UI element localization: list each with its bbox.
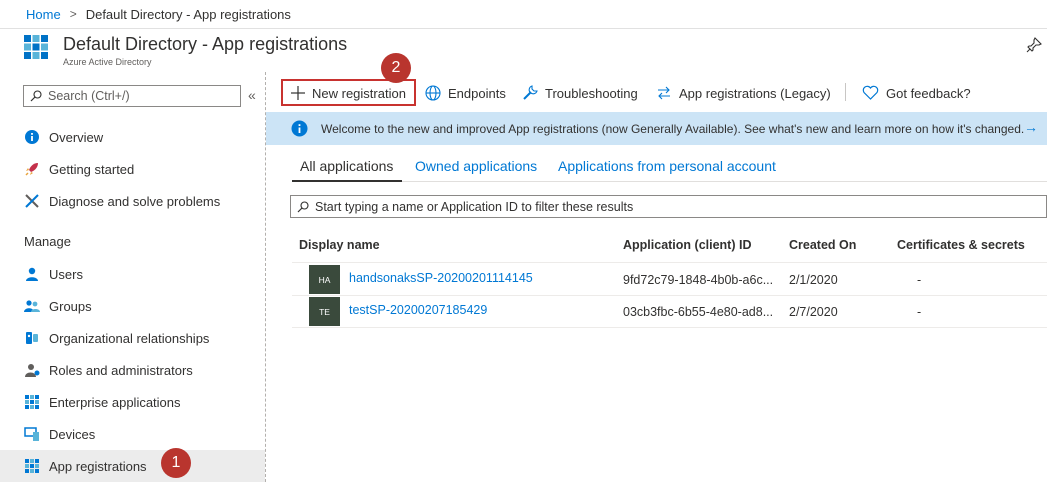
- troubleshooting-button[interactable]: Troubleshooting: [522, 82, 638, 104]
- breadcrumb-current: Default Directory - App registrations: [85, 6, 291, 22]
- column-header-certificates-secrets[interactable]: Certificates & secrets: [897, 238, 1025, 252]
- selected-tab-indicator: [292, 180, 402, 182]
- wrench-icon: [523, 85, 538, 100]
- page-title: Default Directory - App registrations: [63, 34, 348, 54]
- app-certificates-status: -: [917, 305, 922, 319]
- filter-placeholder: Start typing a name or Application ID to…: [315, 199, 634, 214]
- search-icon: [297, 200, 309, 212]
- org-relationships-icon: [26, 332, 38, 344]
- row-divider: [292, 262, 1047, 263]
- devices-icon: [24, 427, 39, 441]
- rocket-icon: [25, 163, 38, 176]
- app-client-id: 9fd72c79-1848-4b0b-a6c...: [623, 273, 774, 287]
- page-subtitle: Azure Active Directory: [63, 57, 152, 67]
- toolbar-divider: [845, 83, 846, 101]
- app-created-on: 2/1/2020: [789, 273, 838, 287]
- sidebar-item-enterprise-applications[interactable]: Enterprise applications: [0, 386, 265, 418]
- sidebar-item-getting-started[interactable]: Getting started: [0, 153, 265, 185]
- sidebar-item-app-registrations[interactable]: App registrations: [0, 450, 265, 482]
- sidebar-item-label: Groups: [49, 298, 92, 314]
- app-name-link[interactable]: handsonaksSP-20200201114145: [349, 271, 533, 285]
- sidebar-item-label: Organizational relationships: [49, 330, 210, 346]
- app-registrations-icon: [25, 459, 39, 473]
- sidebar-item-diagnose[interactable]: Diagnose and solve problems: [0, 185, 265, 217]
- tab-divider: [292, 181, 1047, 182]
- sidebar-item-label: Users: [49, 266, 83, 282]
- tab-owned-applications[interactable]: Owned applications: [415, 158, 537, 174]
- sidebar-item-organizational-relationships[interactable]: Organizational relationships: [0, 322, 265, 354]
- tab-personal-account-applications[interactable]: Applications from personal account: [558, 158, 776, 174]
- sidebar-item-roles-and-administrators[interactable]: Roles and administrators: [0, 354, 265, 386]
- app-avatar: TE: [309, 297, 340, 326]
- sidebar-item-groups[interactable]: Groups: [0, 290, 265, 322]
- user-icon: [26, 267, 38, 281]
- breadcrumb-home-link[interactable]: Home: [26, 7, 61, 22]
- column-header-display-name[interactable]: Display name: [299, 238, 380, 252]
- collapse-sidebar-button[interactable]: «: [248, 87, 256, 103]
- app-created-on: 2/7/2020: [789, 305, 838, 319]
- breadcrumb-separator: >: [69, 7, 77, 21]
- enterprise-apps-icon: [25, 395, 39, 409]
- info-icon: [25, 130, 39, 144]
- row-divider: [292, 295, 1047, 296]
- sidebar-item-overview[interactable]: Overview: [0, 121, 265, 153]
- step-badge-1: 1: [161, 448, 191, 478]
- app-avatar: HA: [309, 265, 340, 294]
- column-header-application-id[interactable]: Application (client) ID: [623, 238, 751, 252]
- sidebar-item-label: Getting started: [49, 161, 135, 177]
- search-icon: [30, 90, 42, 102]
- sidebar-item-label: Diagnose and solve problems: [49, 193, 221, 209]
- endpoints-button[interactable]: Endpoints: [425, 82, 506, 104]
- sidebar: Search (Ctrl+/) « Overview Getting start…: [0, 72, 266, 482]
- got-feedback-label: Got feedback?: [886, 85, 971, 101]
- banner-text: Welcome to the new and improved App regi…: [321, 122, 1025, 136]
- blade-header: Default Directory - App registrations Az…: [0, 29, 1047, 72]
- arrow-right-icon[interactable]: →: [1024, 119, 1038, 135]
- sidebar-item-label: App registrations: [49, 458, 147, 474]
- troubleshooting-label: Troubleshooting: [545, 85, 638, 101]
- sidebar-item-label: Devices: [49, 426, 96, 442]
- sidebar-item-label: Roles and administrators: [49, 362, 193, 378]
- app-registrations-logo-icon: [24, 35, 48, 59]
- app-registrations-legacy-button[interactable]: App registrations (Legacy): [656, 82, 831, 104]
- section-manage-label: Manage: [24, 234, 71, 249]
- wrench-icon: [25, 194, 39, 208]
- globe-icon: [425, 85, 441, 101]
- sidebar-item-label: Overview: [49, 129, 104, 145]
- column-header-created-on[interactable]: Created On: [789, 238, 856, 252]
- highlight-box: [281, 79, 416, 106]
- got-feedback-button[interactable]: Got feedback?: [862, 82, 971, 104]
- sidebar-search-input[interactable]: Search (Ctrl+/): [23, 85, 241, 107]
- sidebar-item-devices[interactable]: Devices: [0, 418, 265, 450]
- app-name-link[interactable]: testSP-20200207185429: [349, 303, 487, 317]
- switch-arrows-icon: [658, 86, 670, 100]
- sidebar-item-users[interactable]: Users: [0, 258, 265, 290]
- tab-all-applications[interactable]: All applications: [300, 158, 393, 174]
- breadcrumb: Home > Default Directory - App registrat…: [0, 0, 1047, 29]
- roles-icon: [25, 364, 40, 377]
- step-badge-2: 2: [381, 53, 411, 83]
- info-banner[interactable]: Welcome to the new and improved App regi…: [266, 112, 1047, 145]
- sidebar-item-label: Enterprise applications: [49, 394, 181, 410]
- info-icon: [291, 120, 308, 137]
- endpoints-label: Endpoints: [448, 85, 506, 101]
- app-client-id: 03cb3fbc-6b55-4e80-ad8...: [623, 305, 774, 319]
- sidebar-search-placeholder: Search (Ctrl+/): [48, 89, 130, 103]
- pin-icon[interactable]: [1026, 37, 1042, 53]
- app-registrations-legacy-label: App registrations (Legacy): [679, 85, 831, 101]
- filter-input[interactable]: Start typing a name or Application ID to…: [290, 195, 1047, 218]
- group-icon: [24, 300, 40, 312]
- app-certificates-status: -: [917, 273, 922, 287]
- heart-icon: [862, 85, 879, 100]
- row-divider: [292, 327, 1047, 328]
